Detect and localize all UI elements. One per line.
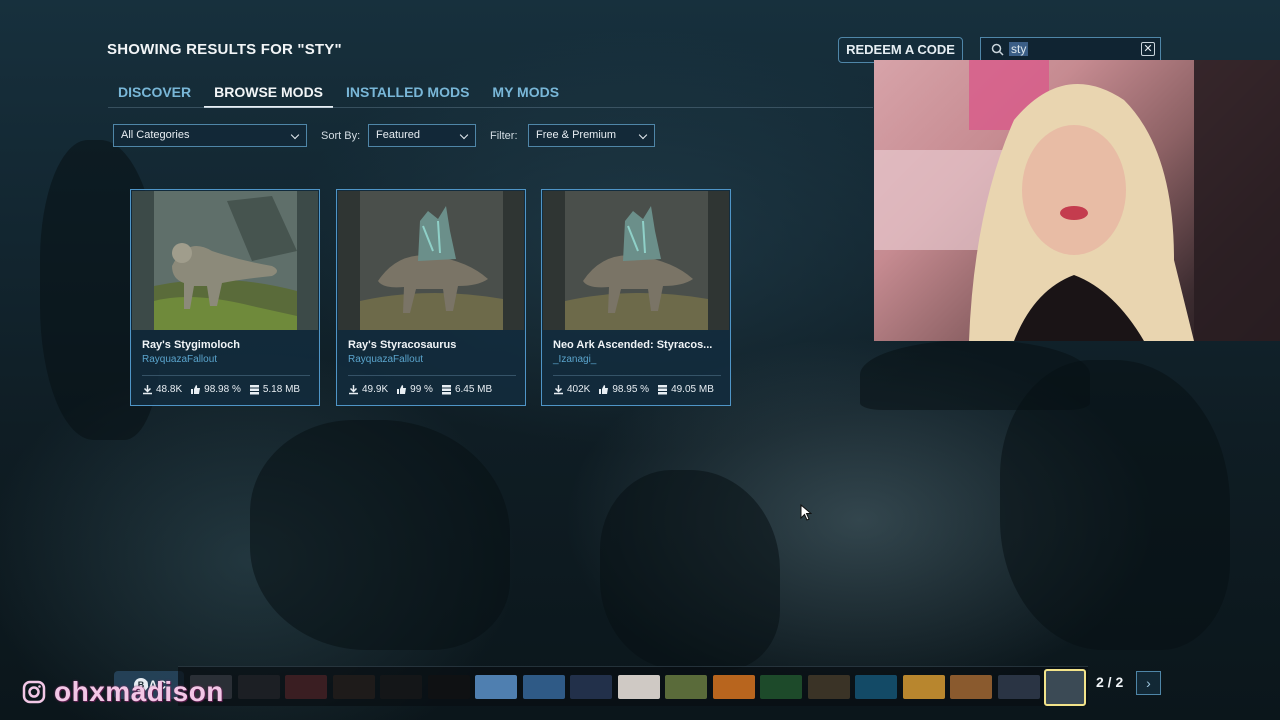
mod-stats: 49.9K 99 % 6.45 MB bbox=[348, 384, 500, 395]
scene-thumbnail[interactable] bbox=[333, 675, 375, 699]
background-arch bbox=[860, 340, 1090, 410]
filter-label: Filter: bbox=[490, 130, 518, 142]
results-title: SHOWING RESULTS FOR "STY" bbox=[107, 41, 342, 58]
file-size: 49.05 MB bbox=[671, 384, 714, 395]
tab-discover[interactable]: DISCOVER bbox=[108, 80, 201, 108]
webcam-overlay bbox=[874, 60, 1280, 341]
mod-thumbnail bbox=[132, 191, 318, 330]
mod-card[interactable]: Neo Ark Ascended: Styracos... _Izanagi_ … bbox=[541, 189, 731, 406]
mods-tabs: DISCOVER BROWSE MODS INSTALLED MODS MY M… bbox=[108, 80, 572, 108]
thumbnail-strip bbox=[178, 666, 1088, 706]
rating: 98.98 % bbox=[204, 384, 241, 395]
price-filter-dropdown[interactable]: Free & Premium bbox=[528, 124, 655, 147]
tab-installed-mods[interactable]: INSTALLED MODS bbox=[336, 80, 479, 108]
thumbs-up-icon bbox=[191, 385, 201, 394]
download-icon bbox=[349, 385, 358, 395]
background-rock bbox=[250, 420, 510, 650]
scene-thumbnail[interactable] bbox=[380, 675, 422, 699]
sort-value: Featured bbox=[376, 129, 421, 141]
bottom-bar: B BAC bbox=[114, 666, 1164, 706]
card-divider bbox=[348, 375, 516, 376]
mod-author: _Izanagi_ bbox=[553, 354, 597, 365]
page-indicator: 2 / 2 bbox=[1096, 674, 1124, 690]
search-input[interactable]: sty ✕ bbox=[980, 37, 1161, 62]
tab-browse-mods[interactable]: BROWSE MODS bbox=[204, 80, 334, 108]
mod-name: Neo Ark Ascended: Styracos... bbox=[553, 339, 713, 351]
sort-label: Sort By: bbox=[321, 130, 361, 142]
scene-thumbnail[interactable] bbox=[760, 675, 802, 699]
scene-thumbnail[interactable] bbox=[855, 675, 897, 699]
mod-thumbnail bbox=[543, 191, 729, 330]
scene-thumbnail[interactable] bbox=[808, 675, 850, 699]
chevron-down-icon bbox=[638, 130, 648, 140]
storage-icon bbox=[249, 385, 259, 395]
clear-search-icon[interactable]: ✕ bbox=[1141, 42, 1155, 56]
scene-thumbnail[interactable] bbox=[238, 675, 280, 699]
card-divider bbox=[553, 375, 721, 376]
filter-value: Free & Premium bbox=[536, 129, 617, 141]
mod-name: Ray's Stygimoloch bbox=[142, 339, 240, 351]
scene-thumbnail[interactable] bbox=[713, 675, 755, 699]
rating: 98.95 % bbox=[612, 384, 650, 395]
storage-icon bbox=[441, 385, 451, 395]
mod-stats: 402K 98.95 % 49.05 MB bbox=[553, 384, 722, 395]
sort-dropdown[interactable]: Featured bbox=[368, 124, 476, 147]
chevron-down-icon bbox=[459, 130, 469, 140]
thumbs-up-icon bbox=[599, 385, 609, 394]
download-count: 48.8K bbox=[156, 384, 183, 395]
mod-stats: 48.8K 98.98 % 5.18 MB bbox=[142, 384, 308, 395]
scene-thumbnail[interactable] bbox=[665, 675, 707, 699]
mod-author: RayquazaFallout bbox=[348, 354, 424, 365]
background-rock bbox=[600, 470, 780, 670]
category-value: All Categories bbox=[121, 129, 190, 141]
storage-icon bbox=[658, 385, 668, 395]
chevron-right-icon: › bbox=[1146, 675, 1151, 691]
streamer-watermark: ohxmadison bbox=[22, 676, 224, 708]
download-count: 402K bbox=[567, 384, 591, 395]
card-divider bbox=[142, 375, 310, 376]
instagram-icon bbox=[22, 680, 46, 704]
mod-name: Ray's Styracosaurus bbox=[348, 339, 457, 351]
category-dropdown[interactable]: All Categories bbox=[113, 124, 307, 147]
mod-card[interactable]: Ray's Styracosaurus RayquazaFallout 49.9… bbox=[336, 189, 526, 406]
scene-thumbnail[interactable] bbox=[523, 675, 565, 699]
chevron-down-icon bbox=[290, 130, 300, 140]
next-page-button[interactable]: › bbox=[1136, 671, 1161, 695]
download-icon bbox=[143, 385, 152, 395]
search-icon bbox=[991, 43, 1004, 56]
mouse-cursor bbox=[800, 504, 812, 521]
download-icon bbox=[554, 385, 563, 395]
download-count: 49.9K bbox=[362, 384, 389, 395]
scene-thumbnail[interactable] bbox=[285, 675, 327, 699]
tabs-divider bbox=[108, 107, 873, 108]
scene-thumbnail[interactable] bbox=[475, 675, 517, 699]
tab-my-mods[interactable]: MY MODS bbox=[482, 80, 569, 108]
file-size: 5.18 MB bbox=[262, 384, 301, 395]
scene-thumbnail[interactable] bbox=[428, 675, 470, 699]
mod-thumbnail bbox=[338, 191, 524, 330]
mod-card[interactable]: Ray's Stygimoloch RayquazaFallout 48.8K … bbox=[130, 189, 320, 406]
scene-thumbnail[interactable] bbox=[570, 675, 612, 699]
scene-thumbnail[interactable] bbox=[998, 675, 1040, 699]
scene-thumbnail[interactable] bbox=[903, 675, 945, 699]
thumbs-up-icon bbox=[397, 385, 407, 394]
scene-thumbnail-selected[interactable] bbox=[1044, 669, 1086, 706]
rating: 99 % bbox=[410, 384, 433, 395]
mod-author: RayquazaFallout bbox=[142, 354, 218, 365]
file-size: 6.45 MB bbox=[454, 384, 493, 395]
scene-thumbnail[interactable] bbox=[618, 675, 660, 699]
scene-thumbnail[interactable] bbox=[950, 675, 992, 699]
search-value: sty bbox=[1009, 42, 1029, 56]
streamer-handle: ohxmadison bbox=[54, 676, 224, 707]
